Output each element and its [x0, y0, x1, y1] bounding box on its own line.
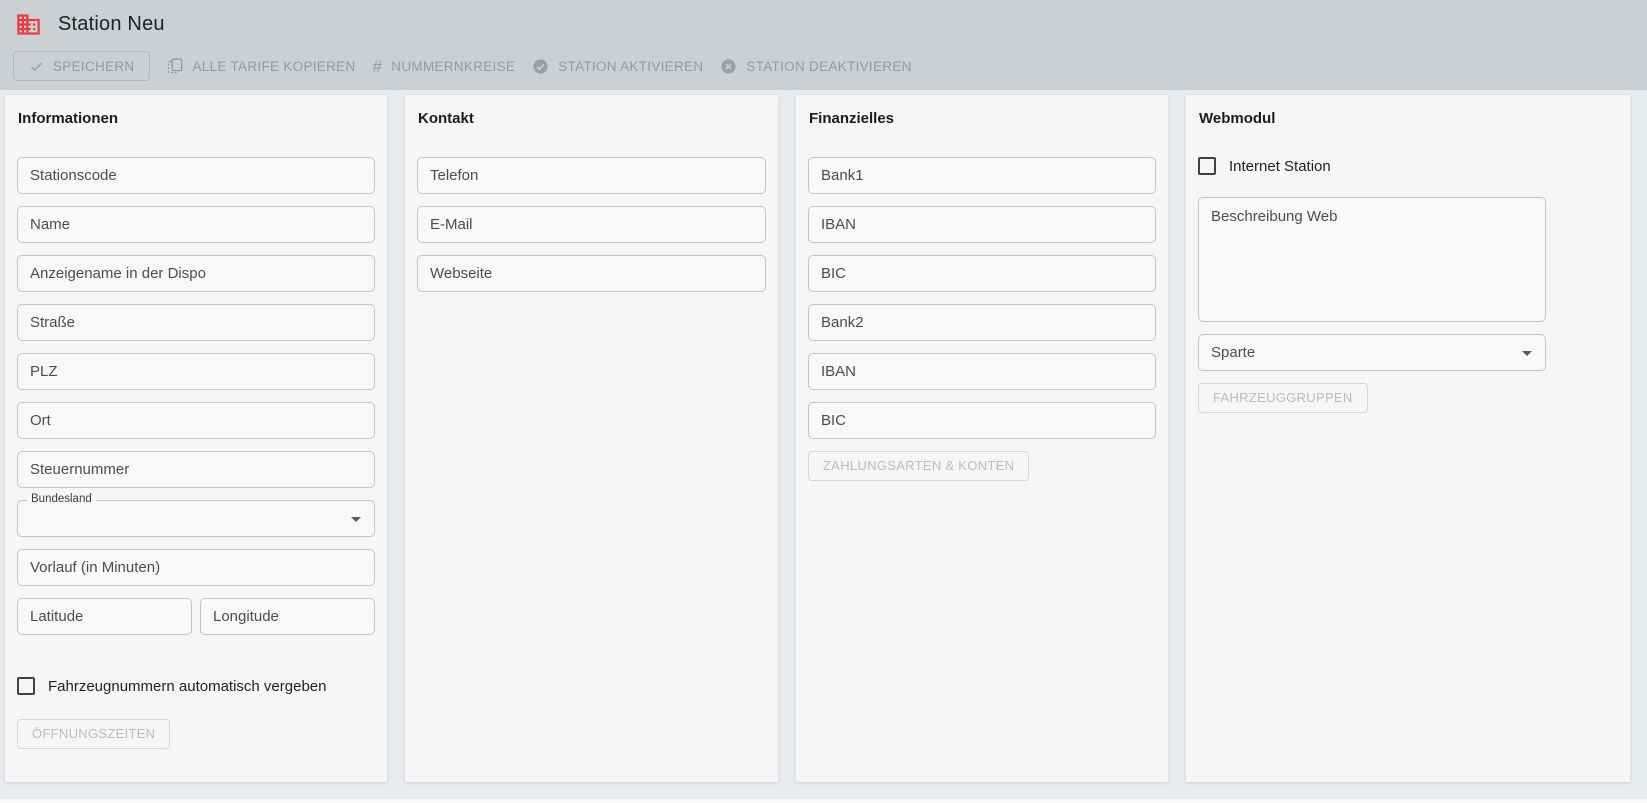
- card-webmodul-title: Webmodul: [1199, 110, 1618, 127]
- copy-icon: [167, 58, 183, 74]
- check-circle-icon: [532, 58, 549, 75]
- header: Station Neu SPEICHERN ALLE TARIFE KOPIER…: [0, 0, 1647, 90]
- card-informationen: Informationen Bundesland Fahrzeugnummern…: [5, 95, 387, 782]
- auto-vehicle-numbers-checkbox-row: Fahrzeugnummern automatisch vergeben: [17, 677, 375, 695]
- bottom-strip: [0, 799, 1647, 803]
- activate-station-label: STATION AKTIVIEREN: [558, 59, 703, 74]
- card-kontakt-title: Kontakt: [418, 110, 766, 127]
- internet-station-checkbox-row: Internet Station: [1198, 157, 1618, 175]
- form-cards: Informationen Bundesland Fahrzeugnummern…: [0, 90, 1647, 782]
- internet-station-checkbox[interactable]: [1198, 157, 1216, 175]
- page-title: Station Neu: [58, 13, 165, 36]
- activate-station-button[interactable]: STATION AKTIVIEREN: [532, 58, 703, 75]
- number-ranges-label: NUMMERNKREISE: [391, 59, 515, 74]
- card-webmodul: Webmodul Internet Station Sparte FAHRZEU…: [1186, 95, 1630, 782]
- bank1-field[interactable]: [808, 157, 1156, 194]
- save-button[interactable]: SPEICHERN: [13, 51, 150, 81]
- copy-all-tariffs-label: ALLE TARIFE KOPIEREN: [192, 59, 355, 74]
- bank2-field[interactable]: [808, 304, 1156, 341]
- name-field[interactable]: [17, 206, 375, 243]
- bundesland-select-label: Bundesland: [27, 493, 96, 505]
- building-icon: [15, 11, 42, 38]
- vehicle-groups-button[interactable]: FAHRZEUGGRUPPEN: [1198, 383, 1368, 413]
- toolbar: SPEICHERN ALLE TARIFE KOPIEREN # NUMMERN…: [0, 48, 1647, 84]
- iban2-field[interactable]: [808, 353, 1156, 390]
- card-informationen-title: Informationen: [18, 110, 375, 127]
- hash-icon: #: [373, 58, 383, 75]
- bic2-field[interactable]: [808, 402, 1156, 439]
- auto-vehicle-numbers-checkbox[interactable]: [17, 677, 35, 695]
- internet-station-label: Internet Station: [1229, 158, 1331, 175]
- x-circle-icon: [720, 58, 737, 75]
- ort-field[interactable]: [17, 402, 375, 439]
- chevron-down-icon: [351, 517, 361, 522]
- number-ranges-button[interactable]: # NUMMERNKREISE: [373, 58, 516, 75]
- strasse-field[interactable]: [17, 304, 375, 341]
- longitude-field[interactable]: [200, 598, 375, 635]
- coordinates-row: [17, 598, 375, 647]
- beschreibung-web-field[interactable]: [1198, 197, 1546, 322]
- bundesland-select[interactable]: Bundesland: [17, 500, 375, 537]
- opening-hours-button[interactable]: ÖFFNUNGSZEITEN: [17, 719, 170, 749]
- deactivate-station-button[interactable]: STATION DEAKTIVIEREN: [720, 58, 911, 75]
- chevron-down-icon: [1522, 351, 1532, 356]
- card-finanzielles: Finanzielles ZAHLUNGSARTEN & KONTEN: [796, 95, 1168, 782]
- steuernummer-field[interactable]: [17, 451, 375, 488]
- header-title-row: Station Neu: [0, 0, 1647, 48]
- vorlauf-field[interactable]: [17, 549, 375, 586]
- anzeigename-dispo-field[interactable]: [17, 255, 375, 292]
- plz-field[interactable]: [17, 353, 375, 390]
- payment-types-accounts-button[interactable]: ZAHLUNGSARTEN & KONTEN: [808, 451, 1029, 481]
- auto-vehicle-numbers-label: Fahrzeugnummern automatisch vergeben: [48, 678, 326, 695]
- sparte-select[interactable]: Sparte: [1198, 334, 1546, 371]
- latitude-field[interactable]: [17, 598, 192, 635]
- copy-all-tariffs-button[interactable]: ALLE TARIFE KOPIEREN: [167, 58, 355, 74]
- email-field[interactable]: [417, 206, 766, 243]
- sparte-select-value: Sparte: [1199, 335, 1545, 370]
- bic1-field[interactable]: [808, 255, 1156, 292]
- card-kontakt: Kontakt: [405, 95, 778, 782]
- card-finanzielles-title: Finanzielles: [809, 110, 1156, 127]
- telefon-field[interactable]: [417, 157, 766, 194]
- webseite-field[interactable]: [417, 255, 766, 292]
- save-button-label: SPEICHERN: [53, 59, 134, 74]
- deactivate-station-label: STATION DEAKTIVIEREN: [746, 59, 911, 74]
- iban1-field[interactable]: [808, 206, 1156, 243]
- stationscode-field[interactable]: [17, 157, 375, 194]
- check-icon: [29, 59, 44, 74]
